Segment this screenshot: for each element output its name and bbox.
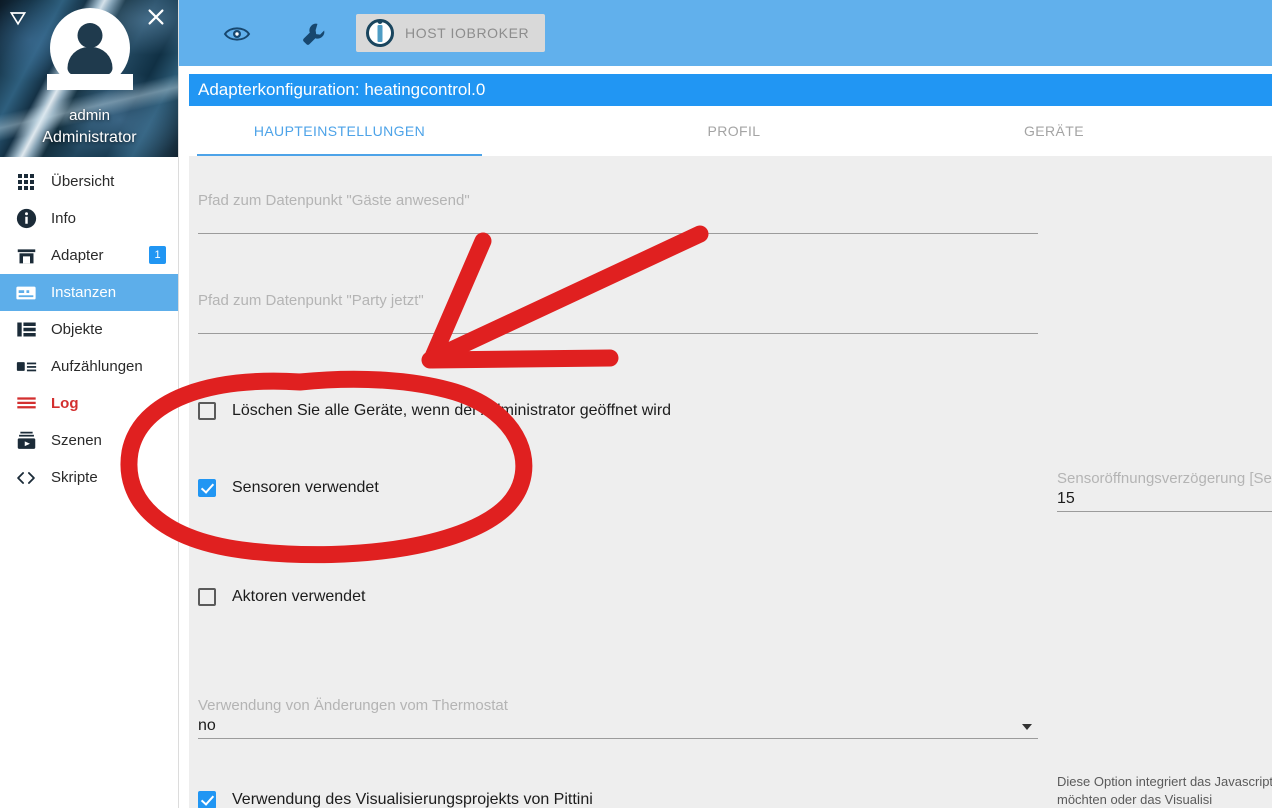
tab-label: HAUPTEINSTELLUNGEN (253, 123, 426, 139)
close-icon[interactable] (145, 6, 167, 28)
avatar-head (77, 23, 103, 48)
checkbox-actors-used[interactable] (198, 588, 216, 606)
user-name: admin (69, 107, 110, 124)
sidebar-item-log[interactable]: Log (0, 385, 178, 422)
field-sensor-open-delay[interactable]: Sensoröffnungsverzögerung [Sek.] 15 (1057, 450, 1272, 512)
sidebar-item-label: Instanzen (51, 284, 117, 301)
iobroker-logo-icon (366, 19, 394, 47)
app-root: admin Administrator Übersicht Info Adapt… (0, 0, 1272, 808)
host-chip-label: HOST IOBROKER (405, 25, 530, 41)
checkbox-sensors-used[interactable] (198, 479, 216, 497)
avatar-body (67, 47, 113, 75)
checkbox-label: Löschen Sie alle Geräte, wenn der Admini… (232, 402, 672, 419)
checkbox-label: Verwendung des Visualisierungsprojekts v… (232, 791, 593, 808)
tab-profil[interactable]: PROFIL (659, 106, 809, 156)
sidebar-item-objekte[interactable]: Objekte (0, 311, 178, 348)
settings-form: Pfad zum Datenpunkt "Gäste anwesend" Pfa… (189, 156, 1272, 808)
page-title: Adapterkonfiguration: heatingcontrol.0 (189, 74, 1272, 106)
user-role: Administrator (42, 129, 137, 146)
checkbox-vis-project[interactable] (198, 791, 216, 808)
field-party-jetzt[interactable]: Pfad zum Datenpunkt "Party jetzt" (198, 282, 1038, 334)
list-icon (14, 319, 38, 341)
checkbox-row-delete-devices[interactable]: Löschen Sie alle Geräte, wenn der Admini… (198, 402, 671, 420)
sidebar-item-label: Skripte (51, 469, 98, 486)
checkbox-row-vis-project[interactable]: Verwendung des Visualisierungsprojekts v… (198, 791, 593, 808)
checkbox-label: Aktoren verwendet (232, 588, 366, 605)
checkbox-row-sensors-used[interactable]: Sensoren verwendet (198, 479, 379, 497)
sidebar: admin Administrator Übersicht Info Adapt… (0, 0, 179, 808)
sidebar-item-instanzen[interactable]: Instanzen (0, 274, 178, 311)
wrench-icon[interactable] (298, 18, 330, 50)
sidebar-item-info[interactable]: Info (0, 200, 178, 237)
field-label: Pfad zum Datenpunkt "Party jetzt" (198, 292, 424, 309)
field-gaeste-anwesend[interactable]: Pfad zum Datenpunkt "Gäste anwesend" (198, 182, 1038, 234)
host-selector-chip[interactable]: HOST IOBROKER (356, 14, 546, 52)
sidebar-item-adapter[interactable]: Adapter 1 (0, 237, 178, 274)
checkbox-delete-devices[interactable] (198, 402, 216, 420)
log-lines-icon (14, 393, 38, 415)
select-value: no (198, 717, 216, 734)
select-thermostat-changes[interactable]: Verwendung von Änderungen vom Thermostat… (198, 656, 1038, 739)
checkbox-label: Sensoren verwendet (232, 479, 379, 496)
sidebar-item-label: Aufzählungen (51, 358, 143, 375)
sidebar-user-info: admin Administrator (0, 105, 178, 149)
sidebar-item-label: Übersicht (51, 173, 115, 190)
instances-icon (14, 282, 38, 304)
sidebar-item-label: Szenen (51, 432, 102, 449)
tab-haupteinstellungen[interactable]: HAUPTEINSTELLUNGEN (197, 106, 482, 156)
help-text: Diese Option integriert das Javascript- … (1057, 774, 1272, 807)
sidebar-user-header: admin Administrator (0, 0, 178, 157)
avatar (47, 8, 133, 90)
tab-label: GERÄTE (1024, 123, 1084, 139)
avatar-mask (47, 74, 133, 90)
tab-bar: HAUPTEINSTELLUNGEN PROFIL GERÄTE (189, 106, 1272, 156)
checkbox-row-actors-used[interactable]: Aktoren verwendet (198, 588, 365, 606)
sidebar-nav: Übersicht Info Adapter 1 Instanzen Objek… (0, 157, 178, 496)
sidebar-item-uebersicht[interactable]: Übersicht (0, 163, 178, 200)
sidebar-item-label: Info (51, 210, 77, 227)
collapse-triangle-icon[interactable] (8, 8, 28, 28)
field-label: Sensoröffnungsverzögerung [Sek.] (1057, 470, 1272, 487)
sidebar-item-skripte[interactable]: Skripte (0, 459, 178, 496)
sidebar-item-label: Objekte (51, 321, 103, 338)
tab-geraete[interactable]: GERÄTE (979, 106, 1129, 156)
eye-icon[interactable] (221, 18, 253, 50)
field-label: Pfad zum Datenpunkt "Gäste anwesend" (198, 192, 470, 209)
sidebar-item-szenen[interactable]: Szenen (0, 422, 178, 459)
field-label: Verwendung von Änderungen vom Thermostat (198, 697, 508, 714)
grid-icon (14, 171, 38, 193)
top-toolbar: HOST IOBROKER (179, 0, 1272, 66)
store-icon (14, 245, 38, 267)
chevron-down-icon[interactable] (1022, 724, 1032, 730)
adapter-badge: 1 (149, 246, 166, 264)
sidebar-item-label: Log (51, 395, 79, 412)
tab-label: PROFIL (707, 123, 761, 139)
field-value: 15 (1057, 490, 1075, 507)
scenes-icon (14, 430, 38, 452)
info-icon (14, 208, 38, 230)
sidebar-item-label: Adapter (51, 247, 104, 264)
enum-icon (14, 356, 38, 378)
sidebar-item-aufzaehlungen[interactable]: Aufzählungen (0, 348, 178, 385)
code-icon (14, 467, 38, 489)
